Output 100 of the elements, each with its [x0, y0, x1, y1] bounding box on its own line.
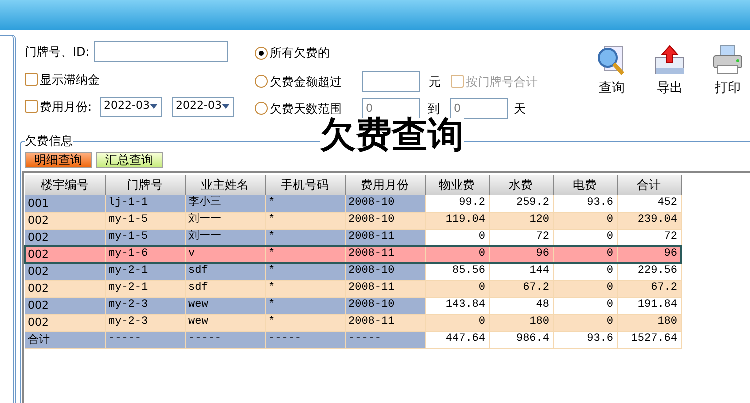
tab[interactable]: 汇总查询	[96, 152, 163, 168]
table-cell: sdf	[185, 280, 265, 297]
table-cell: 0	[425, 280, 489, 297]
total-cell: 986.4	[489, 331, 553, 348]
table-cell: 0	[553, 212, 617, 229]
checkbox[interactable]	[25, 73, 38, 86]
table-cell: lj-1-1	[105, 195, 185, 212]
column-header[interactable]: 费用月份	[345, 175, 425, 195]
table-cell: 0	[553, 263, 617, 280]
table-cell: 180	[489, 314, 553, 331]
table-cell: 452	[617, 195, 681, 212]
total-cell: -----	[265, 331, 345, 348]
table-cell: 239.04	[617, 212, 681, 229]
table-cell: 96	[489, 246, 553, 263]
month-select[interactable]: 2022-03	[100, 96, 162, 116]
table-cell: my-2-3	[105, 314, 185, 331]
table-cell: 002	[25, 314, 105, 331]
table-cell: wew	[185, 297, 265, 314]
field-label: 门牌号、ID:	[25, 44, 90, 60]
column-header[interactable]: 合计	[617, 175, 681, 195]
unit-label: 天	[514, 100, 526, 118]
table-cell: 2008-11	[345, 246, 425, 263]
table-cell: *	[265, 280, 345, 297]
column-header[interactable]: 手机号码	[265, 175, 345, 195]
total-cell: 93.6	[553, 331, 617, 348]
column-header[interactable]: 电费	[553, 175, 617, 195]
checkbox-label: 费用月份:	[40, 98, 92, 116]
table-cell: 0	[553, 297, 617, 314]
table-cell: 85.56	[425, 263, 489, 280]
column-header[interactable]: 门牌号	[105, 175, 185, 195]
tab[interactable]: 明细查询	[25, 152, 92, 168]
printer-icon	[711, 44, 745, 76]
table-cell: 48	[489, 297, 553, 314]
toolbar-button[interactable]: 打印	[706, 44, 750, 122]
checkbox[interactable]	[25, 100, 38, 113]
column-header[interactable]: 水费	[489, 175, 553, 195]
column-header[interactable]: 楼宇编号	[25, 175, 105, 195]
radio-label: 所有欠费的	[270, 45, 331, 62]
table-cell: 002	[25, 212, 105, 229]
table-cell: my-1-6	[105, 246, 185, 263]
table-cell: 2008-10	[345, 297, 425, 314]
dropdown-caret-icon	[222, 104, 230, 109]
total-cell: 1527.64	[617, 331, 681, 348]
table-cell: *	[265, 212, 345, 229]
table-cell: 李小三	[185, 195, 265, 212]
table-cell: 96	[617, 246, 681, 263]
total-cell: -----	[185, 331, 265, 348]
month-select[interactable]: 2022-03	[172, 96, 234, 116]
table-cell: *	[265, 314, 345, 331]
table-cell: my-2-3	[105, 297, 185, 314]
table-cell: 0	[553, 314, 617, 331]
table-cell: 120	[489, 212, 553, 229]
unit-label: 元	[429, 74, 441, 90]
table-cell: 229.56	[617, 263, 681, 280]
table-cell: 2008-10	[345, 212, 425, 229]
table-cell: 2008-10	[345, 263, 425, 280]
table-cell: 0	[425, 246, 489, 263]
table-cell: 143.84	[425, 297, 489, 314]
table-cell: 0	[553, 280, 617, 297]
table-cell: *	[265, 246, 345, 263]
radio-button[interactable]	[255, 75, 268, 88]
table-cell: 002	[25, 246, 105, 263]
table-cell: *	[265, 263, 345, 280]
table-cell: 259.2	[489, 195, 553, 212]
amount-input-field[interactable]	[362, 71, 420, 92]
id-input-field[interactable]	[94, 41, 228, 62]
table-cell: *	[265, 195, 345, 212]
table-cell: 191.84	[617, 297, 681, 314]
table-cell: 180	[617, 314, 681, 331]
radio-button[interactable]	[255, 46, 268, 60]
table-cell: 67.2	[489, 280, 553, 297]
table-cell: 001	[25, 195, 105, 212]
total-cell: 447.64	[425, 331, 489, 348]
radio-button[interactable]	[255, 102, 268, 115]
table-cell: v	[185, 246, 265, 263]
table-cell: 99.2	[425, 195, 489, 212]
checkbox-label: 显示滞纳金	[40, 72, 100, 88]
total-cell: -----	[105, 331, 185, 348]
total-cell: -----	[345, 331, 425, 348]
table-cell: 2008-11	[345, 314, 425, 331]
table-cell: 002	[25, 280, 105, 297]
total-cell: 合计	[25, 331, 105, 348]
days-to-field[interactable]: 0	[450, 98, 508, 119]
radio-label: 欠费天数范围	[270, 100, 343, 117]
checkbox-label: 按门牌号合计	[466, 74, 538, 90]
column-header[interactable]: 物业费	[425, 175, 489, 195]
toolbar-button[interactable]: 导出	[648, 44, 692, 122]
toolbar-button[interactable]: 查询	[590, 44, 634, 122]
dropdown-caret-icon	[150, 104, 158, 109]
table-cell: 002	[25, 263, 105, 280]
table-cell: sdf	[185, 263, 265, 280]
table-cell: my-2-1	[105, 280, 185, 297]
range-label: 到	[428, 100, 440, 116]
table-cell: my-2-1	[105, 263, 185, 280]
table-cell: 0	[425, 314, 489, 331]
export-tray-icon	[653, 44, 687, 76]
group-label: 欠费信息	[25, 134, 73, 148]
table-cell: 2008-10	[345, 195, 425, 212]
table-cell: 2008-11	[345, 280, 425, 297]
column-header[interactable]: 业主姓名	[185, 175, 265, 195]
